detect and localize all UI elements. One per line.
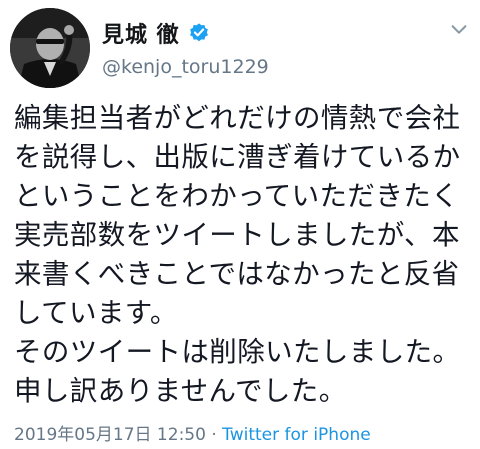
- profile-photo: [10, 8, 90, 88]
- avatar[interactable]: [10, 8, 90, 88]
- tweet-text: 編集担当者がどれだけの情熱で会社を説得し、出版に漕ぎ着けているかということをわか…: [14, 102, 461, 407]
- meta-separator: ·: [205, 425, 223, 445]
- display-name-row: 見城 徹: [102, 18, 269, 48]
- timestamp[interactable]: 2019年05月17日 12:50: [14, 425, 206, 445]
- chevron-down-icon[interactable]: [448, 18, 470, 40]
- tweet-meta: 2019年05月17日 12:50 · Twitter for iPhone: [14, 420, 371, 445]
- source-link[interactable]: Twitter for iPhone: [222, 425, 371, 445]
- name-block: 見城 徹 @kenjo_toru1229: [102, 18, 269, 78]
- verified-badge-icon: [189, 23, 208, 42]
- display-name[interactable]: 見城 徹: [102, 17, 180, 49]
- handle[interactable]: @kenjo_toru1229: [102, 56, 269, 78]
- tweet-header: 見城 徹 @kenjo_toru1229: [10, 8, 470, 88]
